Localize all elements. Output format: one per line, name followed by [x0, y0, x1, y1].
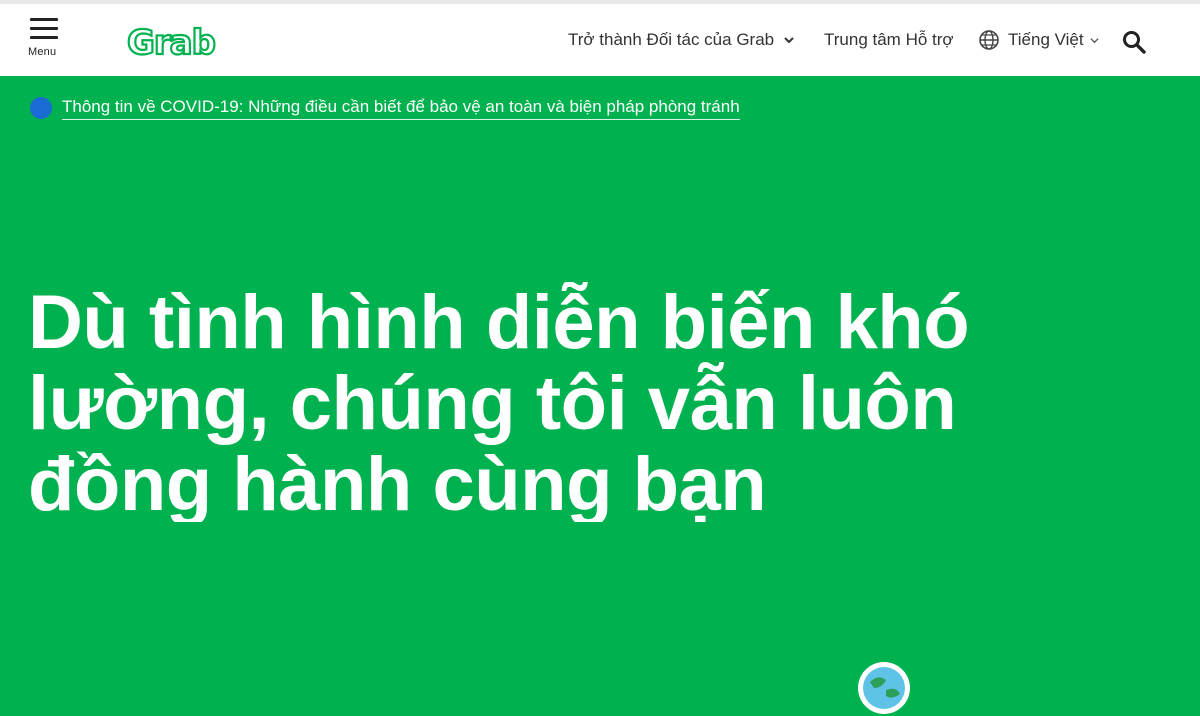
covid-info-link[interactable]: Thông tin về COVID-19: Những điều cần bi…	[62, 97, 740, 120]
hero-title: Dù tình hình diễn biến khó lường, chúng …	[28, 282, 970, 522]
globe-illustration-icon	[858, 662, 910, 714]
language-label: Tiếng Việt	[1008, 30, 1084, 49]
hamburger-icon	[30, 18, 58, 21]
hamburger-icon-bar	[30, 36, 58, 39]
nav-support-label: Trung tâm Hỗ trợ	[824, 30, 954, 49]
chevron-down-icon	[784, 37, 794, 44]
covid-banner: Thông tin về COVID-19: Những điều cần bi…	[30, 96, 740, 120]
globe-icon	[979, 30, 999, 50]
chevron-down-icon	[1090, 37, 1099, 43]
hero-section: Dù tình hình diễn biến khó lường, chúng …	[28, 282, 1088, 522]
menu-label: Menu	[28, 46, 57, 58]
search-icon[interactable]	[1122, 30, 1146, 54]
nav-support-link[interactable]: Trung tâm Hỗ trợ	[824, 4, 954, 76]
language-selector[interactable]: Tiếng Việt	[978, 4, 1099, 76]
grab-logo-text: Grab	[127, 23, 215, 62]
nav-partner-label: Trở thành Đối tác của Grab	[568, 30, 775, 49]
hamburger-icon-bar	[30, 27, 58, 30]
nav-partner-dropdown[interactable]: Trở thành Đối tác của Grab	[568, 4, 794, 76]
info-dot-icon	[30, 97, 52, 119]
menu-button[interactable]: Menu	[28, 16, 60, 64]
site-header: Menu Grab Trở thành Đối tác của Grab Tru…	[0, 0, 1200, 76]
grab-logo[interactable]: Grab	[127, 22, 219, 62]
